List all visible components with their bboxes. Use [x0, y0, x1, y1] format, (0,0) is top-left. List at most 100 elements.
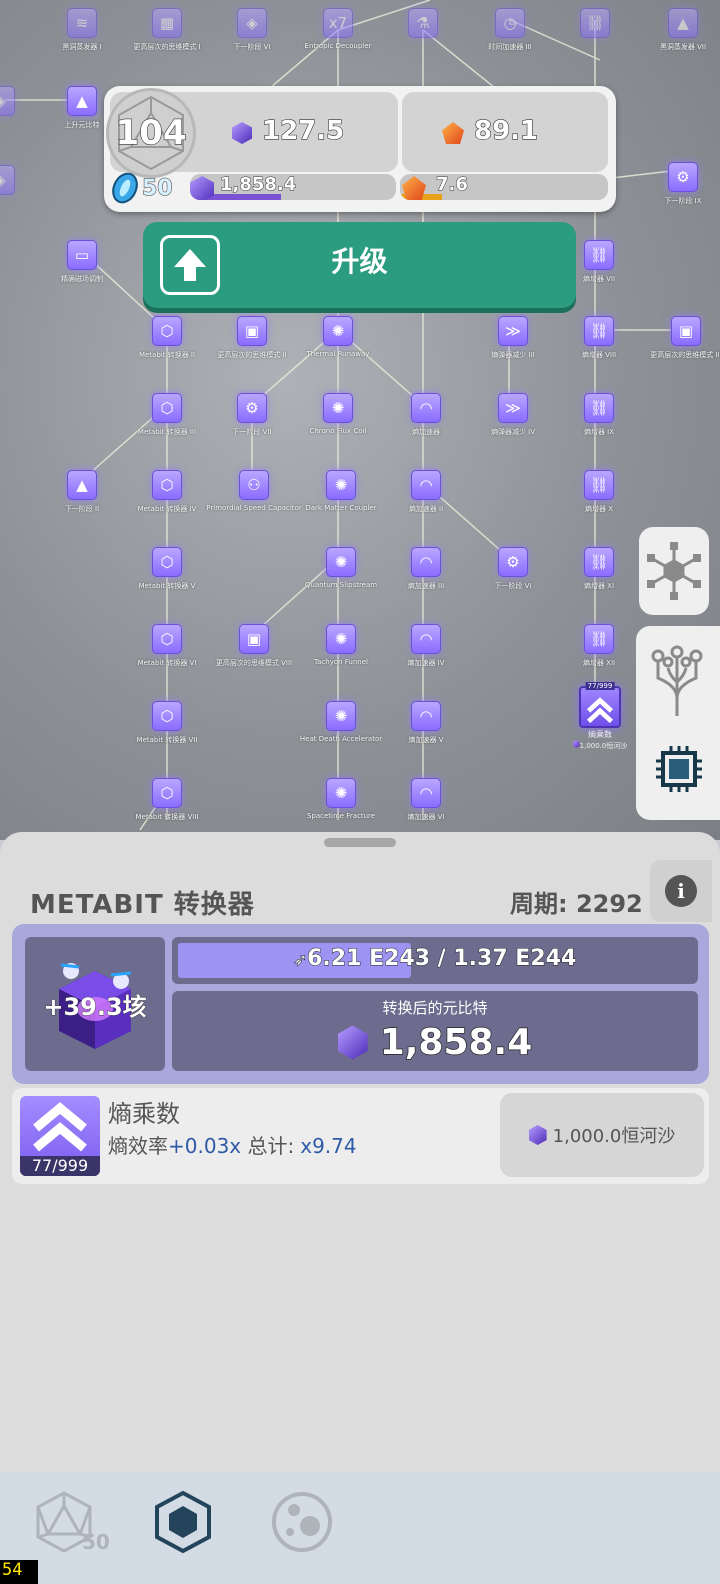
- tree-node-icon: ◠: [411, 393, 441, 423]
- tree-node-icon: ▭: [67, 240, 97, 270]
- tree-node-icon: ⛓: [580, 8, 610, 38]
- tree-node[interactable]: ◠ 熵加速器 IV: [361, 624, 491, 668]
- hexagon-icon: [155, 1490, 211, 1554]
- tree-node[interactable]: ◈: [0, 165, 65, 199]
- tree-node-icon: ▣: [237, 316, 267, 346]
- selected-tree-node[interactable]: 77/999 熵乘数 1,000.0恒河沙: [560, 682, 640, 751]
- selected-node-level: 77/999: [585, 682, 615, 690]
- tree-node-icon: ✺: [326, 701, 356, 731]
- rocket-icon: ➶: [293, 950, 308, 970]
- nav-cookie[interactable]: [270, 1490, 334, 1558]
- tree-node-icon: ✺: [323, 393, 353, 423]
- tree-node-icon: ⚙: [668, 162, 698, 192]
- tree-node-icon: ◠: [411, 624, 441, 654]
- level-badge: 104: [106, 88, 196, 178]
- side-menu: [636, 626, 720, 820]
- tree-node-icon: ◷: [495, 8, 525, 38]
- tree-node-icon: ▲: [668, 8, 698, 38]
- tree-node-icon: ◈: [0, 86, 15, 116]
- resource-panel: 104 127.5 89.1 50 1,858.4 7.6: [104, 86, 616, 212]
- sheet-drag-handle[interactable]: [324, 838, 396, 847]
- tree-button[interactable]: [644, 638, 710, 722]
- tree-node-icon: ≫: [498, 316, 528, 346]
- network-button[interactable]: [639, 527, 709, 615]
- metabit-resource-box[interactable]: 104 127.5: [106, 88, 398, 178]
- selected-node-cost: 1,000.0恒河沙: [579, 742, 628, 750]
- tree-node-icon: ◠: [411, 701, 441, 731]
- tree-node-icon: ◠: [411, 547, 441, 577]
- tree-node[interactable]: ⬡ Metabit 转换器 VIII: [102, 778, 232, 822]
- converter-rate-box[interactable]: +39.3垓: [25, 937, 165, 1071]
- orange-gem-icon: [402, 176, 426, 200]
- tree-icon: [651, 645, 703, 716]
- tree-node-icon: x7: [323, 8, 353, 38]
- multiplier-name: 熵乘数: [108, 1100, 180, 1128]
- multiplier-icon-box: 77/999: [20, 1096, 100, 1176]
- tree-node-icon: ⛓: [584, 624, 614, 654]
- tree-node[interactable]: ⛓ 熵增器 X: [534, 470, 664, 514]
- detail-sheet: METABIT 转换器 周期: 2292 i +39.3垓 ➶6.21 E243…: [0, 832, 720, 1472]
- tree-node-icon: ⛓: [584, 316, 614, 346]
- entropy-multiplier-card: 77/999 熵乘数 熵效率+0.03x 总计: x9.74 1,000.0恒河沙: [12, 1088, 709, 1184]
- buy-multiplier-button[interactable]: 1,000.0恒河沙: [500, 1093, 704, 1177]
- multiplier-effect: 熵效率+0.03x 总计: x9.74: [108, 1130, 357, 1159]
- orange-gem-icon: [442, 122, 464, 144]
- tree-node-icon: ⬡: [152, 778, 182, 808]
- nav-hexagon[interactable]: [152, 1490, 214, 1558]
- conversion-progress-text: 6.21 E243 / 1.37 E244: [307, 946, 577, 972]
- tree-node-icon: ⬡: [152, 701, 182, 731]
- metabit-gem-icon: [572, 740, 580, 748]
- tree-node-icon: ⛓: [584, 240, 614, 270]
- metabit-bar-value: 1,858.4: [219, 174, 297, 196]
- tree-node-icon: ▣: [671, 316, 701, 346]
- tree-node[interactable]: ◠ 熵加速器 II: [361, 470, 491, 514]
- orange-resource-box[interactable]: 89.1: [402, 92, 608, 172]
- tree-node-icon: ≫: [498, 393, 528, 423]
- tree-node[interactable]: ◠ 熵加速器 VI: [361, 778, 491, 822]
- multiplier-level: 77/999: [20, 1156, 100, 1176]
- conversion-rate: +39.3垓: [43, 993, 147, 1022]
- tree-node[interactable]: ◠ 熵加速器 V: [361, 701, 491, 745]
- total-label: 总计:: [247, 1134, 295, 1158]
- tree-node-icon: ▦: [152, 8, 182, 38]
- chip-button[interactable]: [654, 744, 704, 798]
- info-icon: i: [665, 875, 697, 907]
- tree-node[interactable]: ✺ Thermal Runaway: [273, 316, 403, 358]
- multiplier-cost: 1,000.0恒河沙: [552, 1126, 676, 1147]
- tree-node-icon: ✺: [326, 778, 356, 808]
- orange-bar-value: 7.6: [436, 174, 469, 196]
- tree-node[interactable]: ▭ 精确磁场调制: [17, 240, 147, 284]
- metabit-amount: 127.5: [261, 115, 345, 146]
- tree-node-icon: ⬡: [152, 547, 182, 577]
- conversion-progress-bar: ➶6.21 E243 / 1.37 E244: [172, 937, 698, 984]
- tree-node[interactable]: ⬡ Metabit 转换器 V: [102, 547, 232, 591]
- fps-counter: 54: [0, 1560, 38, 1584]
- orange-progress-bar: 7.6: [400, 174, 608, 200]
- tree-node-icon: ✺: [326, 470, 356, 500]
- tree-node-icon: ◠: [411, 778, 441, 808]
- tree-node-icon: ≋: [67, 8, 97, 38]
- tree-node-icon: ✺: [323, 316, 353, 346]
- blue-crystal-icon: [112, 172, 138, 204]
- tree-node-icon: ◈: [0, 165, 15, 195]
- tree-node-icon: ⬡: [152, 470, 182, 500]
- tree-node[interactable]: ⛓ 熵增器 IX: [534, 393, 664, 437]
- effect-value: +0.03x: [168, 1134, 242, 1158]
- tree-node-icon: ⬡: [152, 624, 182, 654]
- tree-node[interactable]: ⬡ Metabit 转换器 VII: [102, 701, 232, 745]
- tree-node-icon: ✺: [326, 624, 356, 654]
- tree-node-icon: ◠: [411, 470, 441, 500]
- player-level: 104: [115, 112, 187, 153]
- network-icon: [647, 542, 701, 600]
- blue-token-count: 50: [142, 175, 174, 201]
- upgrade-button[interactable]: 升级: [143, 222, 576, 308]
- tree-node[interactable]: ▣ 更高层次的思维模式 III: [621, 316, 720, 360]
- tree-node-icon: ⚙: [237, 393, 267, 423]
- info-button[interactable]: i: [650, 860, 712, 922]
- tree-node[interactable]: ⚙ 下一阶段 IX: [618, 162, 720, 206]
- nav-dice[interactable]: 50: [34, 1490, 110, 1558]
- tree-node[interactable]: ▲ 黑洞蒸发器 VII: [618, 8, 720, 52]
- tree-node-icon: ✺: [326, 547, 356, 577]
- blue-token[interactable]: 50: [110, 172, 190, 204]
- metabit-gem-icon: [337, 1025, 368, 1060]
